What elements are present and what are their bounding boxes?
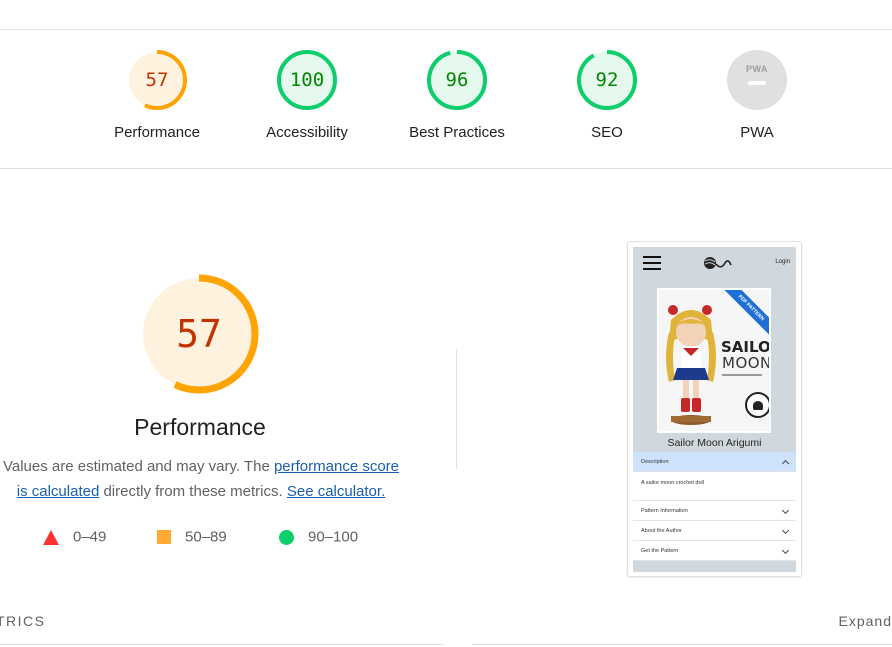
best-practices-label: Best Practices <box>409 124 505 141</box>
legend-range-fail: 0–49 <box>73 528 107 546</box>
category-pwa[interactable]: PWA PWA <box>682 48 832 141</box>
category-performance[interactable]: 57 Performance <box>82 48 232 141</box>
metrics-divider-left <box>0 644 444 645</box>
yarn-logo-icon <box>704 257 732 269</box>
performance-big-gauge: 57 <box>138 273 260 395</box>
accessibility-label: Accessibility <box>266 124 348 141</box>
category-best-practices[interactable]: 96 Best Practices <box>382 48 532 141</box>
category-accessibility[interactable]: 100 Accessibility <box>232 48 382 141</box>
accordion: Description A sailor moon crochet doll P… <box>633 452 796 561</box>
circle-icon <box>279 529 294 545</box>
performance-big-score: 57 <box>176 312 222 356</box>
performance-description: Values are estimated and may vary. The p… <box>0 454 406 504</box>
triangle-icon <box>43 529 59 545</box>
metrics-divider-right <box>472 644 892 645</box>
performance-label: Performance <box>114 124 200 141</box>
product-image: PDF PATTERN SAILOR MOON <box>657 288 771 433</box>
description-text-2: directly from these metrics. <box>99 483 287 500</box>
performance-gauge: 57 <box>125 48 189 112</box>
expand-view-toggle[interactable]: Expand <box>839 613 892 629</box>
accordion-pattern-information-label: Pattern Information <box>641 508 688 514</box>
legend-range-pass: 90–100 <box>308 528 359 546</box>
accordion-get-pattern: Get the Pattern <box>633 541 796 561</box>
poster-title-line-1: SAILOR <box>721 338 771 356</box>
accordion-description-label: Description <box>641 459 669 465</box>
product-title: Sailor Moon Arigumi <box>667 437 762 449</box>
chevron-down-icon <box>781 546 790 555</box>
pdf-pattern-ribbon: PDF PATTERN <box>718 290 769 341</box>
poster-subtitle-line <box>722 374 762 376</box>
accessibility-score: 100 <box>289 69 325 91</box>
legend-fail: 0–49 <box>43 528 106 546</box>
pwa-badge-icon: PWA <box>725 48 789 112</box>
seo-label: SEO <box>591 124 623 141</box>
metrics-heading: TRICS <box>0 613 46 629</box>
screenshot-viewport: Login PDF PATTERN SAILO MOON Sailor Moon… <box>633 247 796 572</box>
pwa-label: PWA <box>740 124 774 141</box>
login-link: Login <box>775 259 790 265</box>
doll-illustration-icon <box>666 305 716 425</box>
accordion-description: Description <box>633 452 796 472</box>
accordion-about-author: About the Author <box>633 521 796 541</box>
seo-score: 92 <box>595 69 619 91</box>
legend-pass: 90–100 <box>279 528 358 546</box>
vertical-divider <box>456 349 457 469</box>
top-divider <box>0 29 892 30</box>
chevron-up-icon <box>781 459 790 468</box>
best-practices-gauge: 96 <box>425 48 489 112</box>
best-practices-score: 96 <box>445 69 469 91</box>
performance-score: 57 <box>145 69 169 91</box>
poster-title-line-2: MOON <box>722 354 771 372</box>
site-header: Login <box>633 247 796 279</box>
accordion-pattern-information: Pattern Information <box>633 501 796 521</box>
see-calculator-link[interactable]: See calculator. <box>287 483 385 500</box>
pwa-dash-icon <box>748 81 766 85</box>
author-badge-icon <box>745 392 769 418</box>
square-icon <box>157 530 171 545</box>
chevron-down-icon <box>781 506 790 515</box>
accordion-about-author-label: About the Author <box>641 528 682 534</box>
legend-average: 50–89 <box>157 528 227 546</box>
gauges-divider <box>0 168 892 169</box>
legend-range-average: 50–89 <box>185 528 227 546</box>
performance-title: Performance <box>134 414 266 440</box>
final-screenshot[interactable]: Login PDF PATTERN SAILO MOON Sailor Moon… <box>627 241 802 577</box>
accessibility-gauge: 100 <box>275 48 339 112</box>
seo-gauge: 92 <box>575 48 639 112</box>
pwa-badge-text: PWA <box>745 64 768 74</box>
chevron-down-icon <box>781 526 790 535</box>
description-text-1: Values are estimated and may vary. The <box>2 458 274 475</box>
hamburger-menu-icon <box>643 256 661 270</box>
accordion-get-pattern-label: Get the Pattern <box>641 548 679 554</box>
category-seo[interactable]: 92 SEO <box>532 48 682 141</box>
accordion-description-body: A sailor moon crochet doll <box>633 472 796 501</box>
